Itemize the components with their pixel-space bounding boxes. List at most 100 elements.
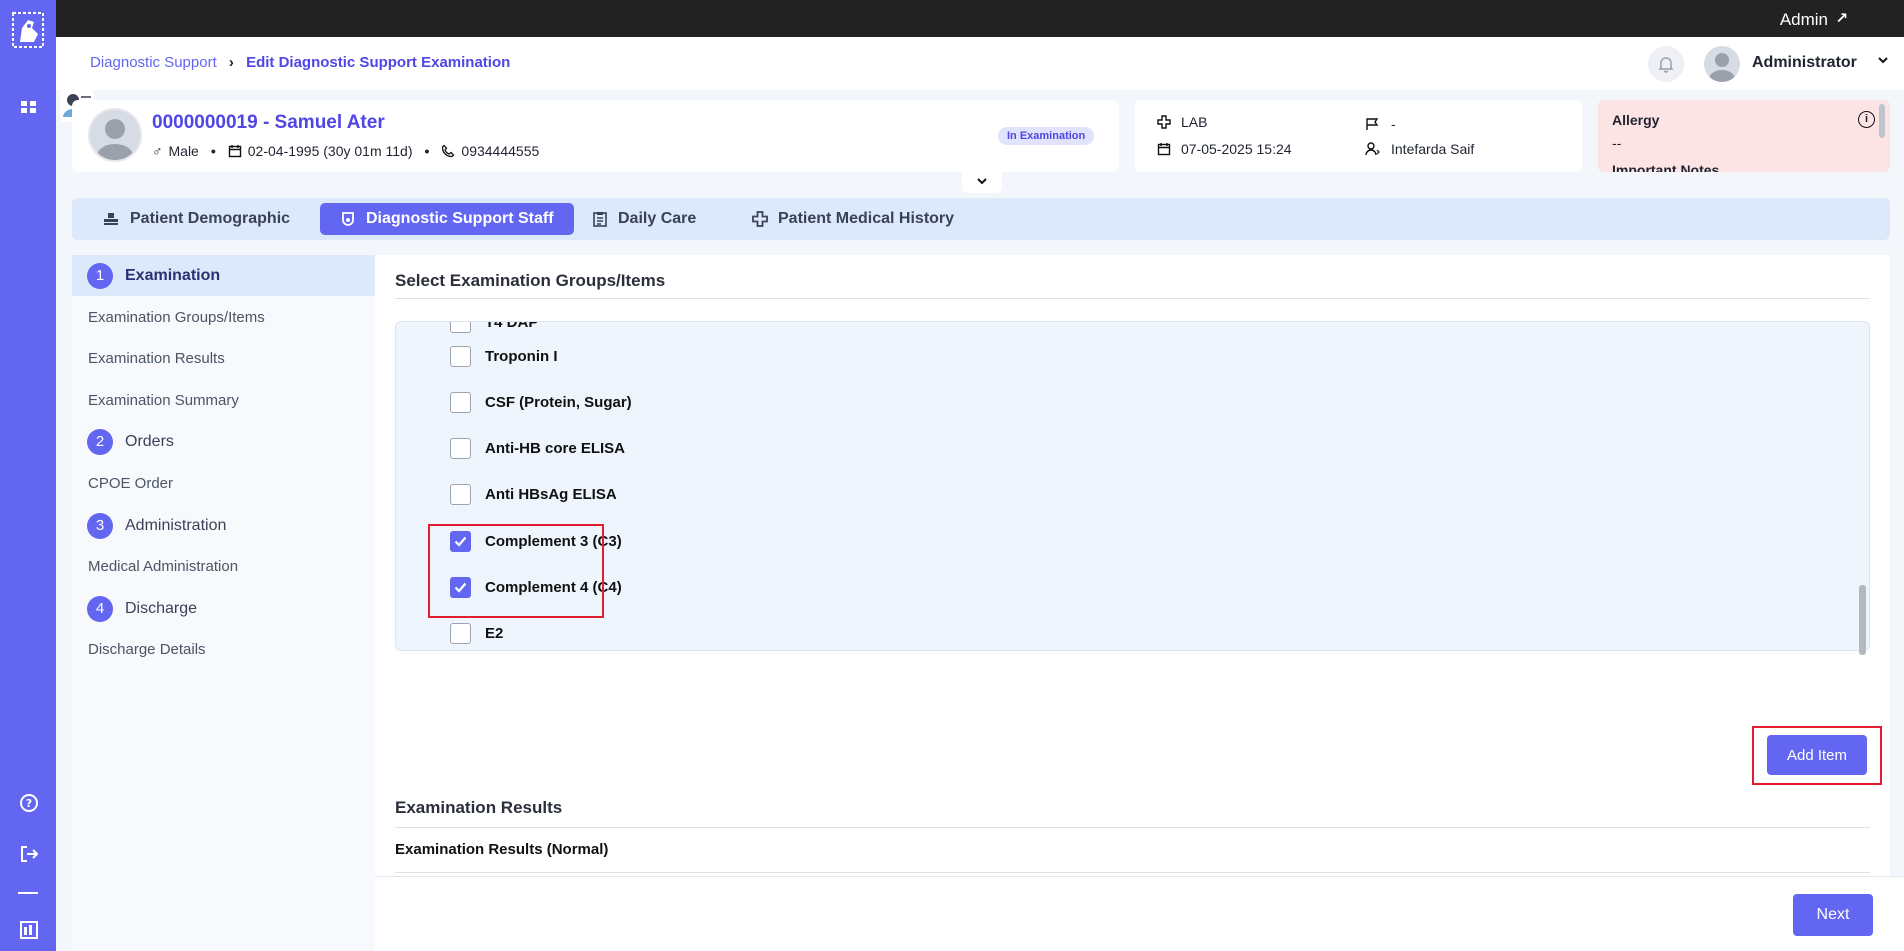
list-item[interactable]: Troponin I — [450, 346, 558, 367]
item-label: Troponin I — [485, 348, 558, 365]
dashboard-grid-icon[interactable] — [18, 96, 40, 118]
info-icon[interactable]: i — [1858, 111, 1875, 128]
tab-patient-medical-history[interactable]: Patient Medical History — [732, 203, 974, 235]
tab-patient-demographic[interactable]: Patient Demographic — [82, 203, 310, 235]
allergy-title: Allergy — [1612, 112, 1660, 128]
divider — [395, 827, 1870, 828]
allergy-scrollbar[interactable] — [1879, 104, 1885, 138]
patient-avatar — [88, 108, 142, 162]
item-label: E2 — [485, 625, 504, 642]
breadcrumb: Diagnostic Support › Edit Diagnostic Sup… — [90, 54, 510, 71]
admin-label[interactable]: Admin — [1780, 10, 1828, 30]
panel-collapse-icon[interactable] — [18, 919, 40, 941]
medical-cross-icon — [1157, 115, 1171, 129]
visit-flag-value: - — [1391, 116, 1396, 132]
expand-patient-card-button[interactable] — [962, 169, 1002, 193]
breadcrumb-current: Edit Diagnostic Support Examination — [246, 54, 511, 71]
checkbox[interactable] — [450, 392, 471, 413]
steps-sidebar: 1 Examination Examination Groups/Items E… — [72, 255, 375, 951]
doctor-icon — [1365, 142, 1380, 156]
bell-icon — [1658, 57, 1674, 73]
medical-cross-icon — [752, 211, 768, 227]
checkbox[interactable] — [450, 623, 471, 644]
tab-diagnostic-support-staff[interactable]: Diagnostic Support Staff — [320, 203, 574, 235]
tab-label: Diagnostic Support Staff — [366, 210, 554, 227]
breadcrumb-chevron-icon: › — [228, 54, 234, 71]
chevron-down-icon[interactable] — [1876, 53, 1890, 67]
checkbox[interactable] — [450, 346, 471, 367]
step-examination[interactable]: 1 Examination — [72, 255, 375, 296]
step-item-examination-results[interactable]: Examination Results — [88, 350, 225, 367]
user-name[interactable]: Administrator — [1752, 54, 1857, 72]
list-item[interactable]: CSF (Protein, Sugar) — [450, 392, 632, 413]
tab-label: Patient Medical History — [778, 210, 955, 227]
step-number: 2 — [87, 428, 113, 455]
next-button[interactable]: Next — [1793, 894, 1873, 936]
examination-items-list[interactable]: T4 DAP Troponin I CSF (Protein, Sugar) A… — [395, 321, 1870, 651]
add-item-button[interactable]: Add Item — [1767, 735, 1867, 775]
patient-phone: 0934444555 — [461, 143, 540, 159]
step-item-examination-groups[interactable]: Examination Groups/Items — [88, 309, 265, 326]
patient-card: 0000000019 - Samuel Ater ♂ Male • 02-04-… — [72, 100, 1119, 172]
step-item-cpoe-order[interactable]: CPOE Order — [88, 475, 173, 492]
top-bar: Admin ↗ — [56, 0, 1904, 37]
allergy-value: -- — [1612, 135, 1622, 151]
status-badge: In Examination — [998, 127, 1095, 145]
step-number: 3 — [87, 512, 113, 539]
results-normal-title: Examination Results (Normal) — [395, 841, 609, 858]
step-item-discharge-details[interactable]: Discharge Details — [88, 641, 206, 658]
allergy-card: Allergy -- Important Notes i — [1598, 100, 1890, 172]
footer-bar: Next — [375, 876, 1904, 951]
notification-bell-button[interactable] — [1648, 46, 1684, 82]
flag-icon — [1366, 118, 1379, 130]
user-avatar[interactable] — [1704, 46, 1740, 82]
separator-dot: • — [210, 143, 216, 159]
breadcrumb-parent[interactable]: Diagnostic Support — [90, 54, 217, 71]
list-scrollbar[interactable] — [1859, 585, 1866, 655]
divider — [395, 298, 1870, 299]
list-item[interactable]: Anti HBsAg ELISA — [450, 484, 617, 505]
app-logo-icon[interactable] — [12, 12, 44, 48]
visit-doctor: Intefarda Saif — [1391, 141, 1475, 157]
diagnostic-icon — [342, 212, 354, 226]
external-arrow-icon[interactable]: ↗ — [1835, 9, 1848, 27]
calendar-icon — [1157, 143, 1171, 156]
calendar-icon — [228, 145, 241, 158]
list-item[interactable]: E2 — [450, 623, 503, 644]
step-label: Administration — [125, 516, 227, 534]
step-discharge[interactable]: 4 Discharge — [72, 588, 375, 629]
checkbox[interactable] — [450, 438, 471, 459]
highlight-box-checked-items — [428, 524, 604, 618]
step-label: Examination — [125, 266, 221, 284]
phone-icon — [442, 144, 455, 158]
demographic-icon — [104, 213, 118, 225]
patient-gender: Male — [168, 143, 199, 159]
item-label: T4 DAP — [485, 321, 539, 331]
step-label: Orders — [125, 432, 174, 450]
checkbox[interactable] — [450, 484, 471, 505]
visit-datetime: 07-05-2025 15:24 — [1181, 141, 1292, 157]
patient-name[interactable]: 0000000019 - Samuel Ater — [152, 112, 385, 134]
user-avatar-icon — [1709, 53, 1735, 82]
checkbox[interactable] — [450, 322, 471, 333]
left-rail: ? — [0, 0, 56, 951]
list-item[interactable]: Anti-HB core ELISA — [450, 438, 625, 459]
tab-daily-care[interactable]: Daily Care — [572, 203, 716, 235]
patient-avatar-icon — [97, 119, 133, 160]
item-label: Anti-HB core ELISA — [485, 440, 626, 457]
step-item-examination-summary[interactable]: Examination Summary — [88, 392, 239, 409]
patient-dob: 02-04-1995 (30y 01m 11d) — [247, 143, 413, 159]
patient-info: ♂ Male • 02-04-1995 (30y 01m 11d) • 0934… — [152, 143, 539, 159]
step-administration[interactable]: 3 Administration — [72, 505, 375, 546]
step-item-medical-administration[interactable]: Medical Administration — [88, 558, 238, 575]
step-label: Discharge — [125, 599, 198, 617]
step-orders[interactable]: 2 Orders — [72, 421, 375, 462]
tab-label: Patient Demographic — [130, 210, 291, 227]
important-notes-label: Important Notes — [1612, 162, 1720, 172]
clipboard-icon — [593, 212, 607, 227]
list-item[interactable]: T4 DAP — [450, 321, 539, 333]
results-section-title: Examination Results — [395, 798, 563, 817]
main-content: Select Examination Groups/Items T4 DAP T… — [375, 255, 1890, 951]
help-icon[interactable]: ? — [18, 792, 40, 814]
logout-icon[interactable] — [18, 843, 40, 865]
